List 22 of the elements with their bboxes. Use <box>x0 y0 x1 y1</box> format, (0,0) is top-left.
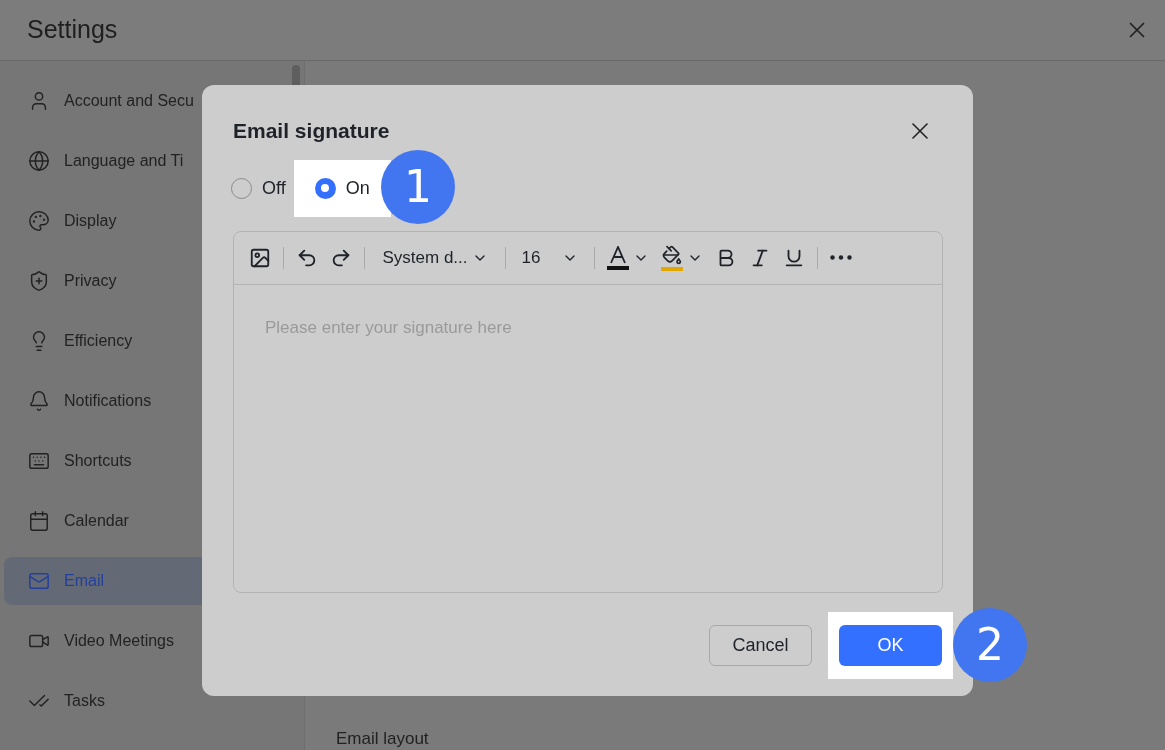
shield-icon <box>28 270 50 292</box>
window-title: Settings <box>27 14 118 46</box>
dialog-title: Email signature <box>233 118 390 144</box>
paint-bucket-icon <box>662 244 682 265</box>
more-icon <box>830 255 852 260</box>
globe-icon <box>28 150 50 172</box>
font-size-dropdown[interactable]: 16 <box>512 241 588 274</box>
sidebar-item[interactable]: Tasks <box>4 677 300 725</box>
letter-a-icon <box>608 245 628 264</box>
keyboard-icon <box>28 450 50 472</box>
radio-option[interactable]: On <box>314 174 370 202</box>
calendar-icon <box>28 510 50 532</box>
sidebar-item[interactable]: Video Meetings <box>4 617 300 665</box>
font-dropdown[interactable]: System d... <box>371 241 499 274</box>
mail-icon <box>28 570 50 592</box>
cancel-button[interactable]: Cancel <box>709 624 812 666</box>
section-title: Email layout <box>336 728 430 750</box>
bell-icon <box>28 390 50 412</box>
palette-icon <box>28 210 50 232</box>
ok-button[interactable]: OK <box>839 624 942 666</box>
image-icon <box>249 246 271 269</box>
step-number-badge: 2 <box>953 608 1027 682</box>
